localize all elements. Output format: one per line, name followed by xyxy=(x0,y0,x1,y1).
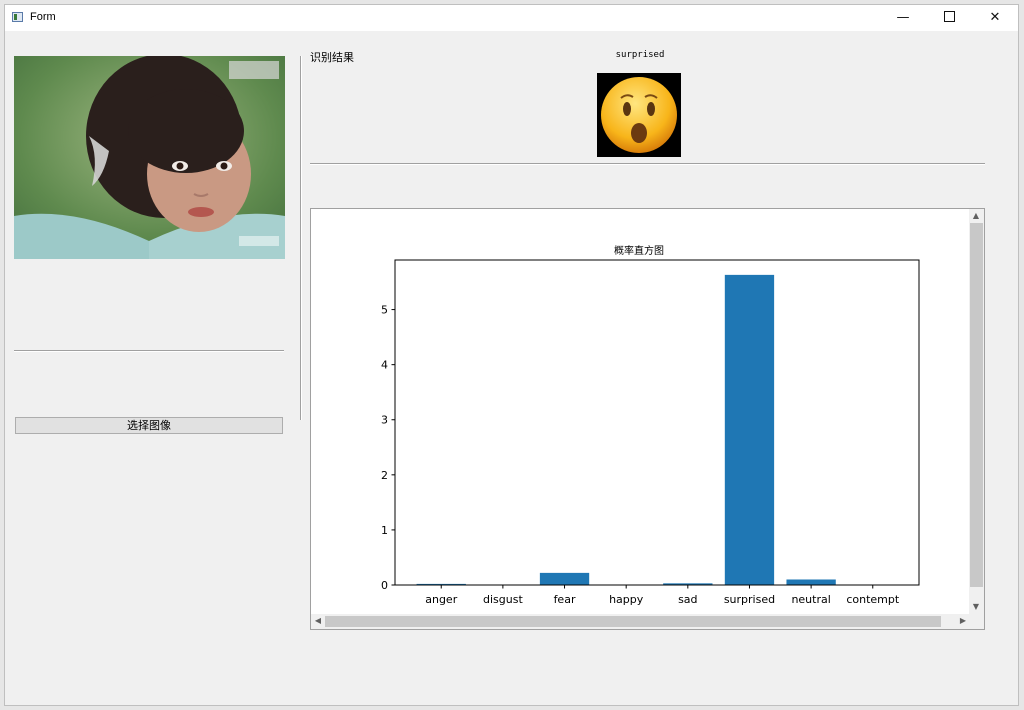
left-divider xyxy=(14,350,284,352)
close-button[interactable]: ✕ xyxy=(972,5,1018,31)
scroll-down-arrow-icon[interactable]: ▼ xyxy=(969,600,983,614)
y-tick-label: 0 xyxy=(381,579,388,592)
y-tick-label: 3 xyxy=(381,414,388,427)
x-tick-label-neutral: neutral xyxy=(791,593,830,606)
scroll-up-arrow-icon[interactable]: ▲ xyxy=(969,209,983,223)
bar-surprised xyxy=(724,274,775,585)
result-divider xyxy=(310,163,985,165)
x-tick-label-fear: fear xyxy=(554,593,576,606)
app-window: Form — ✕ 选择图像 识别结果 surprised 概率直方图 0 1 2… xyxy=(4,4,1019,706)
x-tick-label-disgust: disgust xyxy=(483,593,523,606)
window-title: Form xyxy=(30,11,56,23)
vertical-scrollbar[interactable]: ▲ ▼ xyxy=(969,209,984,614)
y-tick-label: 2 xyxy=(381,469,388,482)
horizontal-scrollbar[interactable]: ◀ ▶ xyxy=(311,614,971,629)
select-image-button[interactable]: 选择图像 xyxy=(15,417,283,434)
vertical-scroll-thumb[interactable] xyxy=(970,223,983,587)
result-label: 识别结果 xyxy=(310,51,354,64)
horizontal-scroll-thumb[interactable] xyxy=(325,616,941,627)
probability-histogram: 概率直方图 0 1 2 3 4 5 anger disgust fear happy sad sur… xyxy=(381,244,920,606)
input-image-illustration xyxy=(14,56,285,259)
x-tick-label-surprised: surprised xyxy=(724,593,775,606)
scroll-left-arrow-icon[interactable]: ◀ xyxy=(311,614,325,628)
x-tick-label-happy: happy xyxy=(609,593,644,606)
maximize-button[interactable] xyxy=(926,5,972,31)
y-tick-label: 4 xyxy=(381,359,388,372)
app-icon xyxy=(12,12,23,22)
surprised-emoji-icon xyxy=(597,73,681,157)
input-image xyxy=(14,56,285,259)
title-bar: Form — ✕ xyxy=(5,5,1018,31)
chart-title: 概率直方图 xyxy=(614,244,664,257)
emotion-name: surprised xyxy=(615,50,665,60)
y-tick-label: 5 xyxy=(381,304,388,317)
x-tick-label-sad: sad xyxy=(678,593,697,606)
plot-frame xyxy=(394,259,920,586)
x-tick-label-contempt: contempt xyxy=(846,593,900,606)
chart-scroll-area[interactable]: 概率直方图 0 1 2 3 4 5 anger disgust fear happy sad sur… xyxy=(310,208,985,630)
scroll-corner xyxy=(969,614,984,629)
scroll-right-arrow-icon[interactable]: ▶ xyxy=(956,614,970,628)
y-tick-label: 1 xyxy=(381,524,388,537)
bar-neutral xyxy=(786,579,836,585)
minimize-button[interactable]: — xyxy=(880,5,926,31)
bar-fear xyxy=(539,572,590,585)
x-tick-label-anger: anger xyxy=(425,593,457,606)
maximize-icon xyxy=(943,11,955,22)
panel-divider xyxy=(300,56,302,420)
